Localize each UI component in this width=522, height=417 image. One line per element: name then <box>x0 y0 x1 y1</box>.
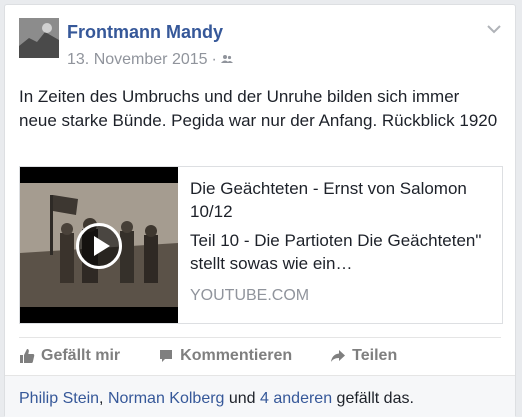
liker-link[interactable]: Philip Stein <box>19 390 99 407</box>
shared-link[interactable]: Die Geächteten - Ernst von Salomon 10/12… <box>19 166 503 324</box>
play-icon[interactable] <box>76 223 122 269</box>
comment-button[interactable]: Kommentieren <box>158 347 292 365</box>
chevron-down-icon[interactable] <box>487 21 501 34</box>
comment-icon <box>160 350 173 362</box>
post-actions: Gefällt mir Kommentieren Teilen <box>19 347 435 365</box>
likes-suffix: gefällt das. <box>332 390 414 407</box>
shared-link-domain: YOUTUBE.COM <box>190 287 310 304</box>
likes-and: und <box>224 390 261 407</box>
share-label: Teilen <box>352 347 398 364</box>
post-date[interactable]: 13. November 2015 <box>67 51 208 69</box>
like-button[interactable]: Gefällt mir <box>19 347 120 365</box>
share-arrow-icon <box>331 350 346 362</box>
shared-link-body: Die Geächteten - Ernst von Salomon 10/12… <box>178 167 502 323</box>
others-link[interactable]: 4 anderen <box>260 390 332 407</box>
friends-icon[interactable] <box>220 51 233 69</box>
liker-link[interactable]: Norman Kolberg <box>108 390 225 407</box>
like-label: Gefällt mir <box>41 347 121 364</box>
avatar-image <box>19 18 59 58</box>
post-author[interactable]: Frontmann Mandy <box>67 22 223 43</box>
meta-separator: · <box>211 51 217 68</box>
shared-link-description: Teil 10 - Die Partioten Die Geächteten" … <box>190 231 482 273</box>
shared-link-title[interactable]: Die Geächteten - Ernst von Salomon 10/12 <box>190 177 490 223</box>
divider <box>19 337 501 338</box>
likes-comma: , <box>99 390 108 407</box>
video-thumbnail[interactable] <box>20 167 178 323</box>
post-card: Frontmann Mandy 13. November 2015 · In Z… <box>4 4 516 417</box>
comment-label: Kommentieren <box>180 347 293 364</box>
share-button[interactable]: Teilen <box>330 347 397 365</box>
post-text: In Zeiten des Umbruchs und der Unruhe bi… <box>19 87 498 130</box>
thumbs-up-icon <box>20 349 35 363</box>
avatar[interactable] <box>19 18 59 58</box>
likes-summary: Philip Stein, Norman Kolberg und 4 ander… <box>5 375 515 417</box>
post-meta: 13. November 2015 · <box>67 51 233 69</box>
